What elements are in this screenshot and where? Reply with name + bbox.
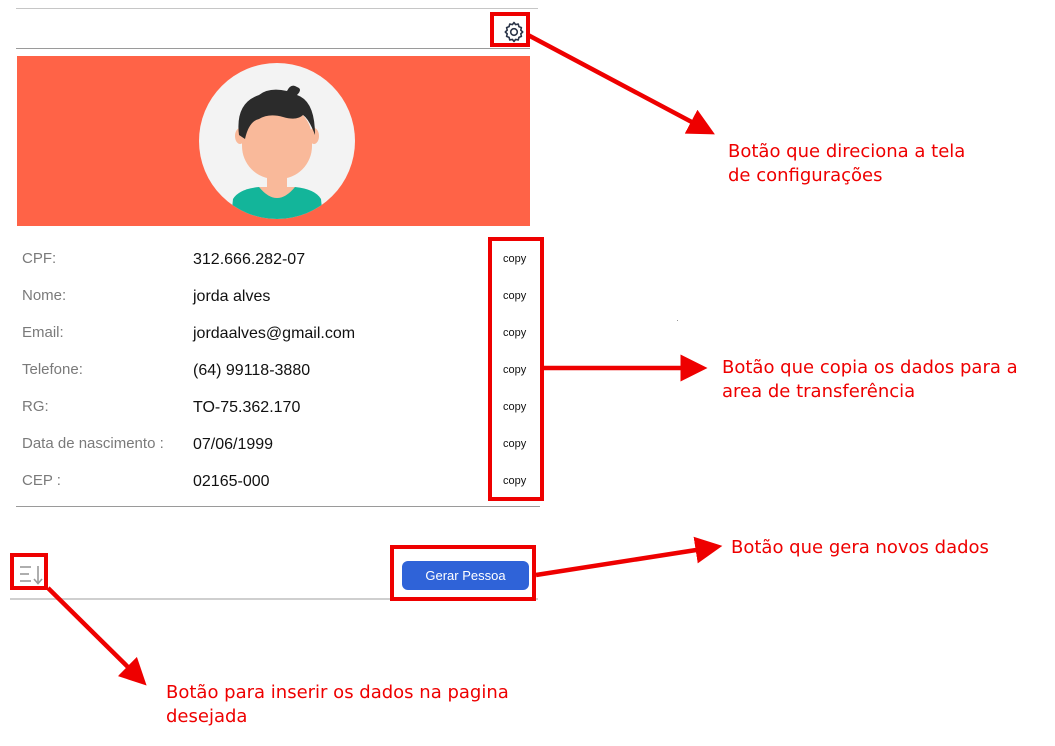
settings-arrow (526, 33, 715, 135)
field-label: RG: (22, 398, 49, 415)
field-row-cpf: CPF: 312.666.282-07 copy (0, 250, 540, 287)
field-label: Data de nascimento : (22, 435, 164, 452)
top-divider (16, 8, 538, 9)
field-value: 312.666.282-07 (193, 251, 306, 268)
field-row-cep: CEP : 02165-000 copy (0, 472, 540, 509)
annotation-line: area de transferência (722, 381, 916, 402)
annotation-line: Botão que direciona a tela (728, 141, 966, 162)
field-label: Telefone: (22, 361, 83, 378)
annotation-line: Botão que gera novos dados (731, 537, 989, 558)
header-divider (16, 48, 530, 49)
field-value: TO-75.362.170 (193, 399, 301, 416)
annotation-line: desejada (166, 706, 248, 727)
annotation-generate: Botão que gera novos dados (731, 536, 989, 560)
avatar (199, 63, 355, 219)
annotation-line: de configurações (728, 165, 883, 186)
stray-dot (677, 320, 678, 321)
field-row-rg: RG: TO-75.362.170 copy (0, 398, 540, 435)
generate-arrow (535, 536, 723, 578)
field-value: (64) 99118-3880 (193, 362, 311, 379)
field-label: CEP : (22, 472, 61, 489)
annotation-line: Botão que copia os dados para a (722, 357, 1018, 378)
field-row-email: Email: jordaalves@gmail.com copy (0, 324, 540, 361)
field-row-nascimento: Data de nascimento : 07/06/1999 copy (0, 435, 540, 472)
insert-arrow (46, 586, 147, 686)
settings-highlight-box (490, 12, 530, 47)
insert-highlight-box (10, 553, 48, 590)
user-avatar-icon (231, 85, 323, 219)
field-row-nome: Nome: jorda alves copy (0, 287, 540, 324)
field-value: 02165-000 (193, 473, 270, 490)
copy-highlight-box (488, 237, 544, 501)
field-value: 07/06/1999 (193, 436, 274, 453)
field-value: jorda alves (193, 288, 271, 305)
field-label: CPF: (22, 250, 57, 267)
profile-banner (17, 56, 530, 226)
field-label: Email: (22, 324, 64, 341)
table-divider (16, 506, 540, 507)
generate-highlight-box (390, 545, 536, 601)
field-label: Nome: (22, 287, 67, 304)
annotation-insert: Botão para inserir os dados na pagina de… (166, 681, 509, 729)
field-row-telefone: Telefone: (64) 99118-3880 copy (0, 361, 540, 398)
annotation-copy: Botão que copia os dados para a area de … (722, 356, 1018, 404)
annotation-line: Botão para inserir os dados na pagina (166, 682, 509, 703)
annotation-settings: Botão que direciona a tela de configuraç… (728, 140, 965, 188)
field-value: jordaalves@gmail.com (193, 325, 356, 342)
